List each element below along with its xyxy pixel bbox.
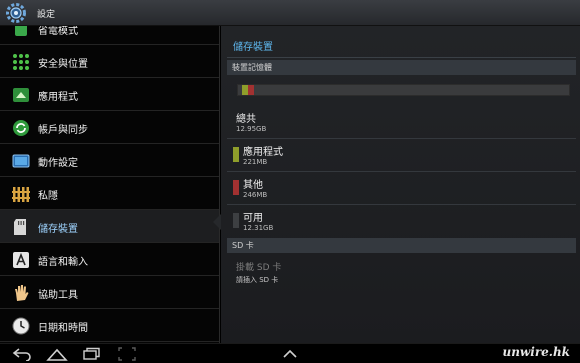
lock-pattern-icon [13,54,29,70]
sidebar-item-label: 儲存裝置 [38,224,78,235]
action-bar: 設定 [0,0,580,26]
sidebar-item-power-saving[interactable]: 省電模式 [0,26,220,45]
sd-card-icon [14,219,26,235]
mount-sd-hint: 請插入 SD 卡 [236,276,279,284]
section-header-label: SD 卡 [232,241,254,250]
row-label: 應用程式 [243,147,283,158]
storage-row-total: 總共 12.95GB [227,106,576,139]
selection-indicator [213,214,221,230]
sidebar-item-label: 應用程式 [38,92,78,103]
settings-sidebar: 省電模式 安全與位置 應用程式 帳戶與同步 動作設定 私隱 儲存裝置 語言和輸入… [0,26,220,343]
sidebar-item-accounts-sync[interactable]: 帳戶與同步 [0,111,220,144]
color-swatch [233,147,239,162]
sidebar-item-applications[interactable]: 應用程式 [0,78,220,111]
clock-icon [12,317,30,335]
sidebar-divider [219,26,220,343]
home-icon[interactable] [46,347,68,361]
screenshot-icon[interactable] [118,347,136,361]
sidebar-item-date-time[interactable]: 日期和時間 [0,309,220,342]
accessibility-hand-icon [15,285,29,301]
row-label: 可用 [243,213,263,224]
back-icon[interactable] [12,347,32,361]
sidebar-item-language-input[interactable]: 語言和輸入 [0,243,220,276]
system-navigation-bar: unwire.hk [0,343,580,363]
section-header-label: 裝置記憶體 [232,63,272,72]
app-title: 設定 [37,10,56,20]
storage-row-applications[interactable]: 應用程式 221MB [227,139,576,172]
row-label: 總共 [236,114,256,125]
language-input-icon [13,252,29,268]
recent-apps-icon[interactable] [82,347,102,361]
mount-sd-card-item[interactable]: 掛載 SD 卡 請插入 SD 卡 [227,258,576,288]
color-swatch [233,180,239,195]
sidebar-item-label: 日期和時間 [38,323,88,334]
usage-segment-misc [248,85,254,95]
title-divider [227,57,576,58]
sync-icon [13,120,29,136]
gear-icon[interactable] [6,3,26,23]
expand-up-icon[interactable] [282,347,298,361]
page-title: 儲存裝置 [233,42,273,53]
section-header-device-memory: 裝置記憶體 [227,60,576,75]
sidebar-item-label: 語言和輸入 [38,257,88,268]
sidebar-item-storage[interactable]: 儲存裝置 [0,210,220,243]
mount-sd-label: 掛載 SD 卡 [236,263,282,273]
sidebar-item-label: 安全與位置 [38,59,88,70]
storage-pane: 儲存裝置 裝置記憶體 總共 12.95GB 應用程式 221MB 其他 246M… [221,26,580,343]
motion-icon [12,154,30,168]
color-swatch [233,213,239,228]
row-label: 其他 [243,180,263,191]
sidebar-item-label: 省電模式 [38,26,78,37]
storage-row-available: 可用 12.31GB [227,205,576,238]
applications-icon [13,88,29,102]
sidebar-item-label: 協助工具 [38,290,78,301]
sidebar-item-accessibility[interactable]: 協助工具 [0,276,220,309]
sidebar-item-label: 動作設定 [38,158,78,169]
power-saving-icon [15,26,27,36]
sidebar-item-motion[interactable]: 動作設定 [0,144,220,177]
row-value: 12.31GB [243,224,274,232]
sidebar-item-security[interactable]: 安全與位置 [0,45,220,78]
sidebar-item-privacy[interactable]: 私隱 [0,177,220,210]
row-value: 12.95GB [236,125,267,133]
storage-usage-bar [237,84,570,96]
watermark-logo: unwire.hk [502,345,570,359]
row-value: 221MB [243,158,268,166]
section-header-sd-card: SD 卡 [227,238,576,253]
privacy-icon [12,187,30,202]
sidebar-item-label: 帳戶與同步 [38,125,88,136]
sidebar-item-label: 私隱 [38,191,58,202]
storage-row-misc[interactable]: 其他 246MB [227,172,576,205]
row-value: 246MB [243,191,268,199]
